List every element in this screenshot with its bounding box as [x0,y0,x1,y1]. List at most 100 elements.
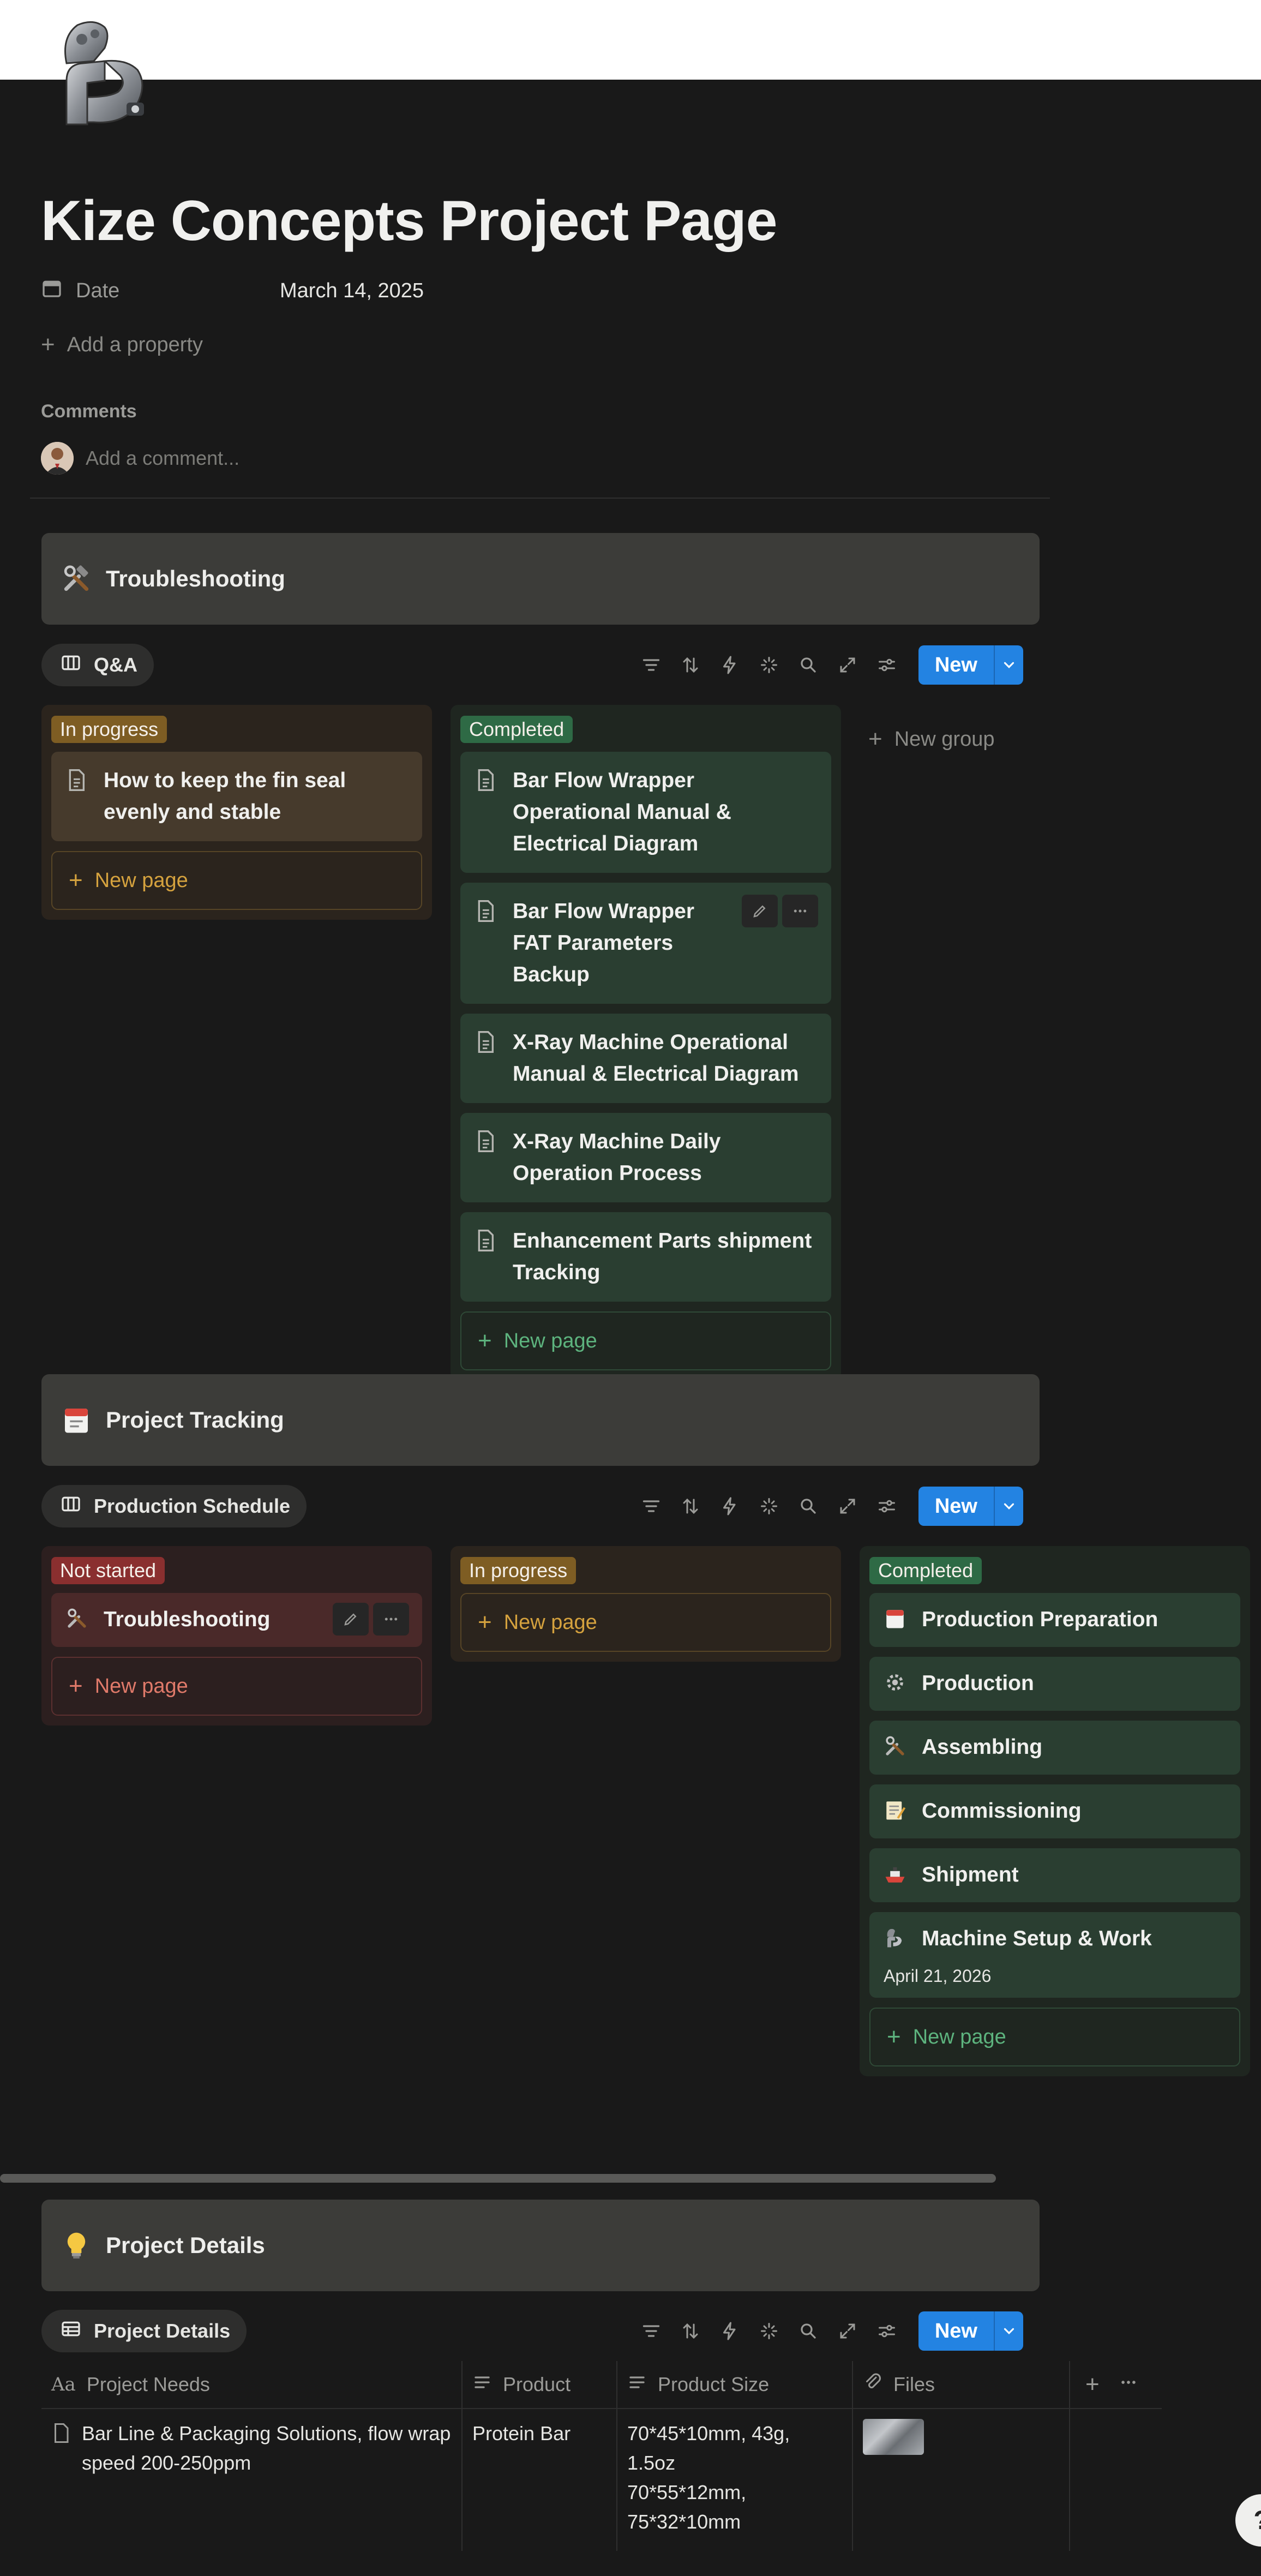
column-header-product-size[interactable]: Product Size [617,2361,853,2408]
top-bar [0,0,1261,80]
board-card[interactable]: Enhancement Parts shipment Tracking [460,1212,831,1302]
new-button[interactable]: New [918,1487,1023,1526]
board-icon [60,1493,82,1520]
sparkle-icon[interactable] [749,645,789,685]
cell-project-needs[interactable]: Bar Line & Packaging Solutions, flow wra… [41,2409,463,2551]
more-options-icon[interactable] [1119,2373,1138,2397]
search-icon[interactable] [789,1487,828,1526]
project-details-callout[interactable]: Project Details [41,2200,1040,2291]
board-card[interactable]: X-Ray Machine Operational Manual & Elect… [460,1014,831,1103]
cell-text: Bar Line & Packaging Solutions, flow wra… [82,2422,451,2474]
date-property-row[interactable]: Date March 14, 2025 [41,275,424,306]
settings-sliders-icon[interactable] [867,1487,906,1526]
board-card[interactable]: Troubleshooting [51,1593,422,1647]
more-options-icon[interactable] [373,1603,409,1636]
new-page-button[interactable]: + New page [51,1657,422,1716]
board-card[interactable]: Commissioning [869,1784,1240,1838]
chevron-down-icon[interactable] [995,1487,1023,1526]
settings-sliders-icon[interactable] [867,645,906,685]
expand-icon[interactable] [828,2311,867,2351]
new-page-button[interactable]: + New page [51,851,422,910]
cell-files[interactable] [853,2409,1070,2551]
view-tab-qa[interactable]: Q&A [41,644,154,686]
filter-icon[interactable] [632,2311,671,2351]
filter-icon[interactable] [632,645,671,685]
flexed-robot-arm-icon[interactable] [45,15,159,130]
cell-product[interactable]: Protein Bar [463,2409,617,2551]
project-tracking-callout[interactable]: Project Tracking [41,1374,1040,1466]
cell-text: Protein Bar [472,2422,571,2445]
new-page-label: New page [912,2025,1006,2048]
troubleshooting-callout[interactable]: Troubleshooting [41,533,1040,625]
sort-icon[interactable] [671,2311,710,2351]
help-button[interactable]: ? [1235,2494,1261,2547]
filter-icon[interactable] [632,1487,671,1526]
page-title[interactable]: Kize Concepts Project Page [41,185,778,256]
new-group-button[interactable]: + New group [868,726,994,753]
sparkle-icon[interactable] [749,1487,789,1526]
view-tab-production-schedule[interactable]: Production Schedule [41,1485,307,1527]
edit-icon[interactable] [742,895,778,927]
add-property-label: Add a property [67,333,203,356]
board-card[interactable]: Assembling [869,1721,1240,1775]
board-icon [60,652,82,679]
new-page-button[interactable]: + New page [460,1593,831,1652]
column-header-project-needs[interactable]: Aa Project Needs [41,2361,463,2408]
mechanical-arm-icon [884,1923,908,1955]
add-property-button[interactable]: + Add a property [41,330,203,360]
sparkle-icon[interactable] [749,2311,789,2351]
column-header-files[interactable]: Files [853,2361,1070,2408]
chevron-down-icon[interactable] [995,645,1023,685]
add-column-icon[interactable]: + [1085,2371,1100,2398]
view-tab-project-details[interactable]: Project Details [41,2310,247,2352]
board-card[interactable]: Bar Flow Wrapper Operational Manual & El… [460,752,831,873]
board-card[interactable]: Shipment [869,1848,1240,1902]
board-card[interactable]: How to keep the fin seal evenly and stab… [51,752,422,841]
expand-icon[interactable] [828,1487,867,1526]
light-bulb-icon [60,2229,93,2262]
board-column-in-progress: In progress How to keep the fin seal eve… [41,705,432,920]
new-button[interactable]: New [918,2311,1023,2351]
board-card[interactable]: Production [869,1657,1240,1711]
cell-text-line: 75*32*10mm [627,2511,741,2533]
sort-icon[interactable] [671,1487,710,1526]
card-title: Assembling [922,1735,1043,1759]
date-property-value[interactable]: March 14, 2025 [280,279,424,303]
new-page-label: New page [94,1674,188,1698]
new-page-button[interactable]: + New page [869,2008,1240,2066]
edit-icon[interactable] [333,1603,369,1636]
new-button-label: New [934,1494,977,1518]
expand-icon[interactable] [828,645,867,685]
sort-icon[interactable] [671,645,710,685]
card-title: Production [922,1672,1034,1695]
card-title: Shipment [922,1863,1019,1886]
settings-sliders-icon[interactable] [867,2311,906,2351]
column-header-label: Product [503,2373,571,2395]
details-view-bar: Project Details New [41,2310,1023,2352]
new-page-button[interactable]: + New page [460,1311,831,1370]
view-tab-label: Q&A [94,654,137,676]
search-icon[interactable] [789,2311,828,2351]
board-card[interactable]: Bar Flow Wrapper FAT Parameters Backup [460,883,831,1004]
more-options-icon[interactable] [782,895,818,927]
column-header-product[interactable]: Product [463,2361,617,2408]
new-button-label: New [934,653,977,676]
lightning-icon[interactable] [710,1487,749,1526]
search-icon[interactable] [789,645,828,685]
cell-product-size[interactable]: 70*45*10mm, 43g, 1.5oz 70*55*12mm, 75*32… [617,2409,853,2551]
view-tools: New [632,644,1023,686]
comment-input[interactable]: Add a comment... [41,441,239,476]
card-title: Production Preparation [922,1608,1158,1631]
board-card[interactable]: Machine Setup & Work April 21, 2026 [869,1912,1240,1998]
horizontal-scrollbar[interactable] [0,2174,996,2183]
board-card[interactable]: Production Preparation [869,1593,1240,1647]
new-button[interactable]: New [918,645,1023,685]
plus-icon: + [887,2023,901,2050]
table-row[interactable]: Bar Line & Packaging Solutions, flow wra… [41,2409,1162,2551]
chevron-down-icon[interactable] [995,2311,1023,2351]
lightning-icon[interactable] [710,2311,749,2351]
board-card[interactable]: X-Ray Machine Daily Operation Process [460,1113,831,1202]
lightning-icon[interactable] [710,645,749,685]
view-tab-label: Production Schedule [94,1495,291,1517]
file-thumbnail[interactable] [863,2419,924,2455]
